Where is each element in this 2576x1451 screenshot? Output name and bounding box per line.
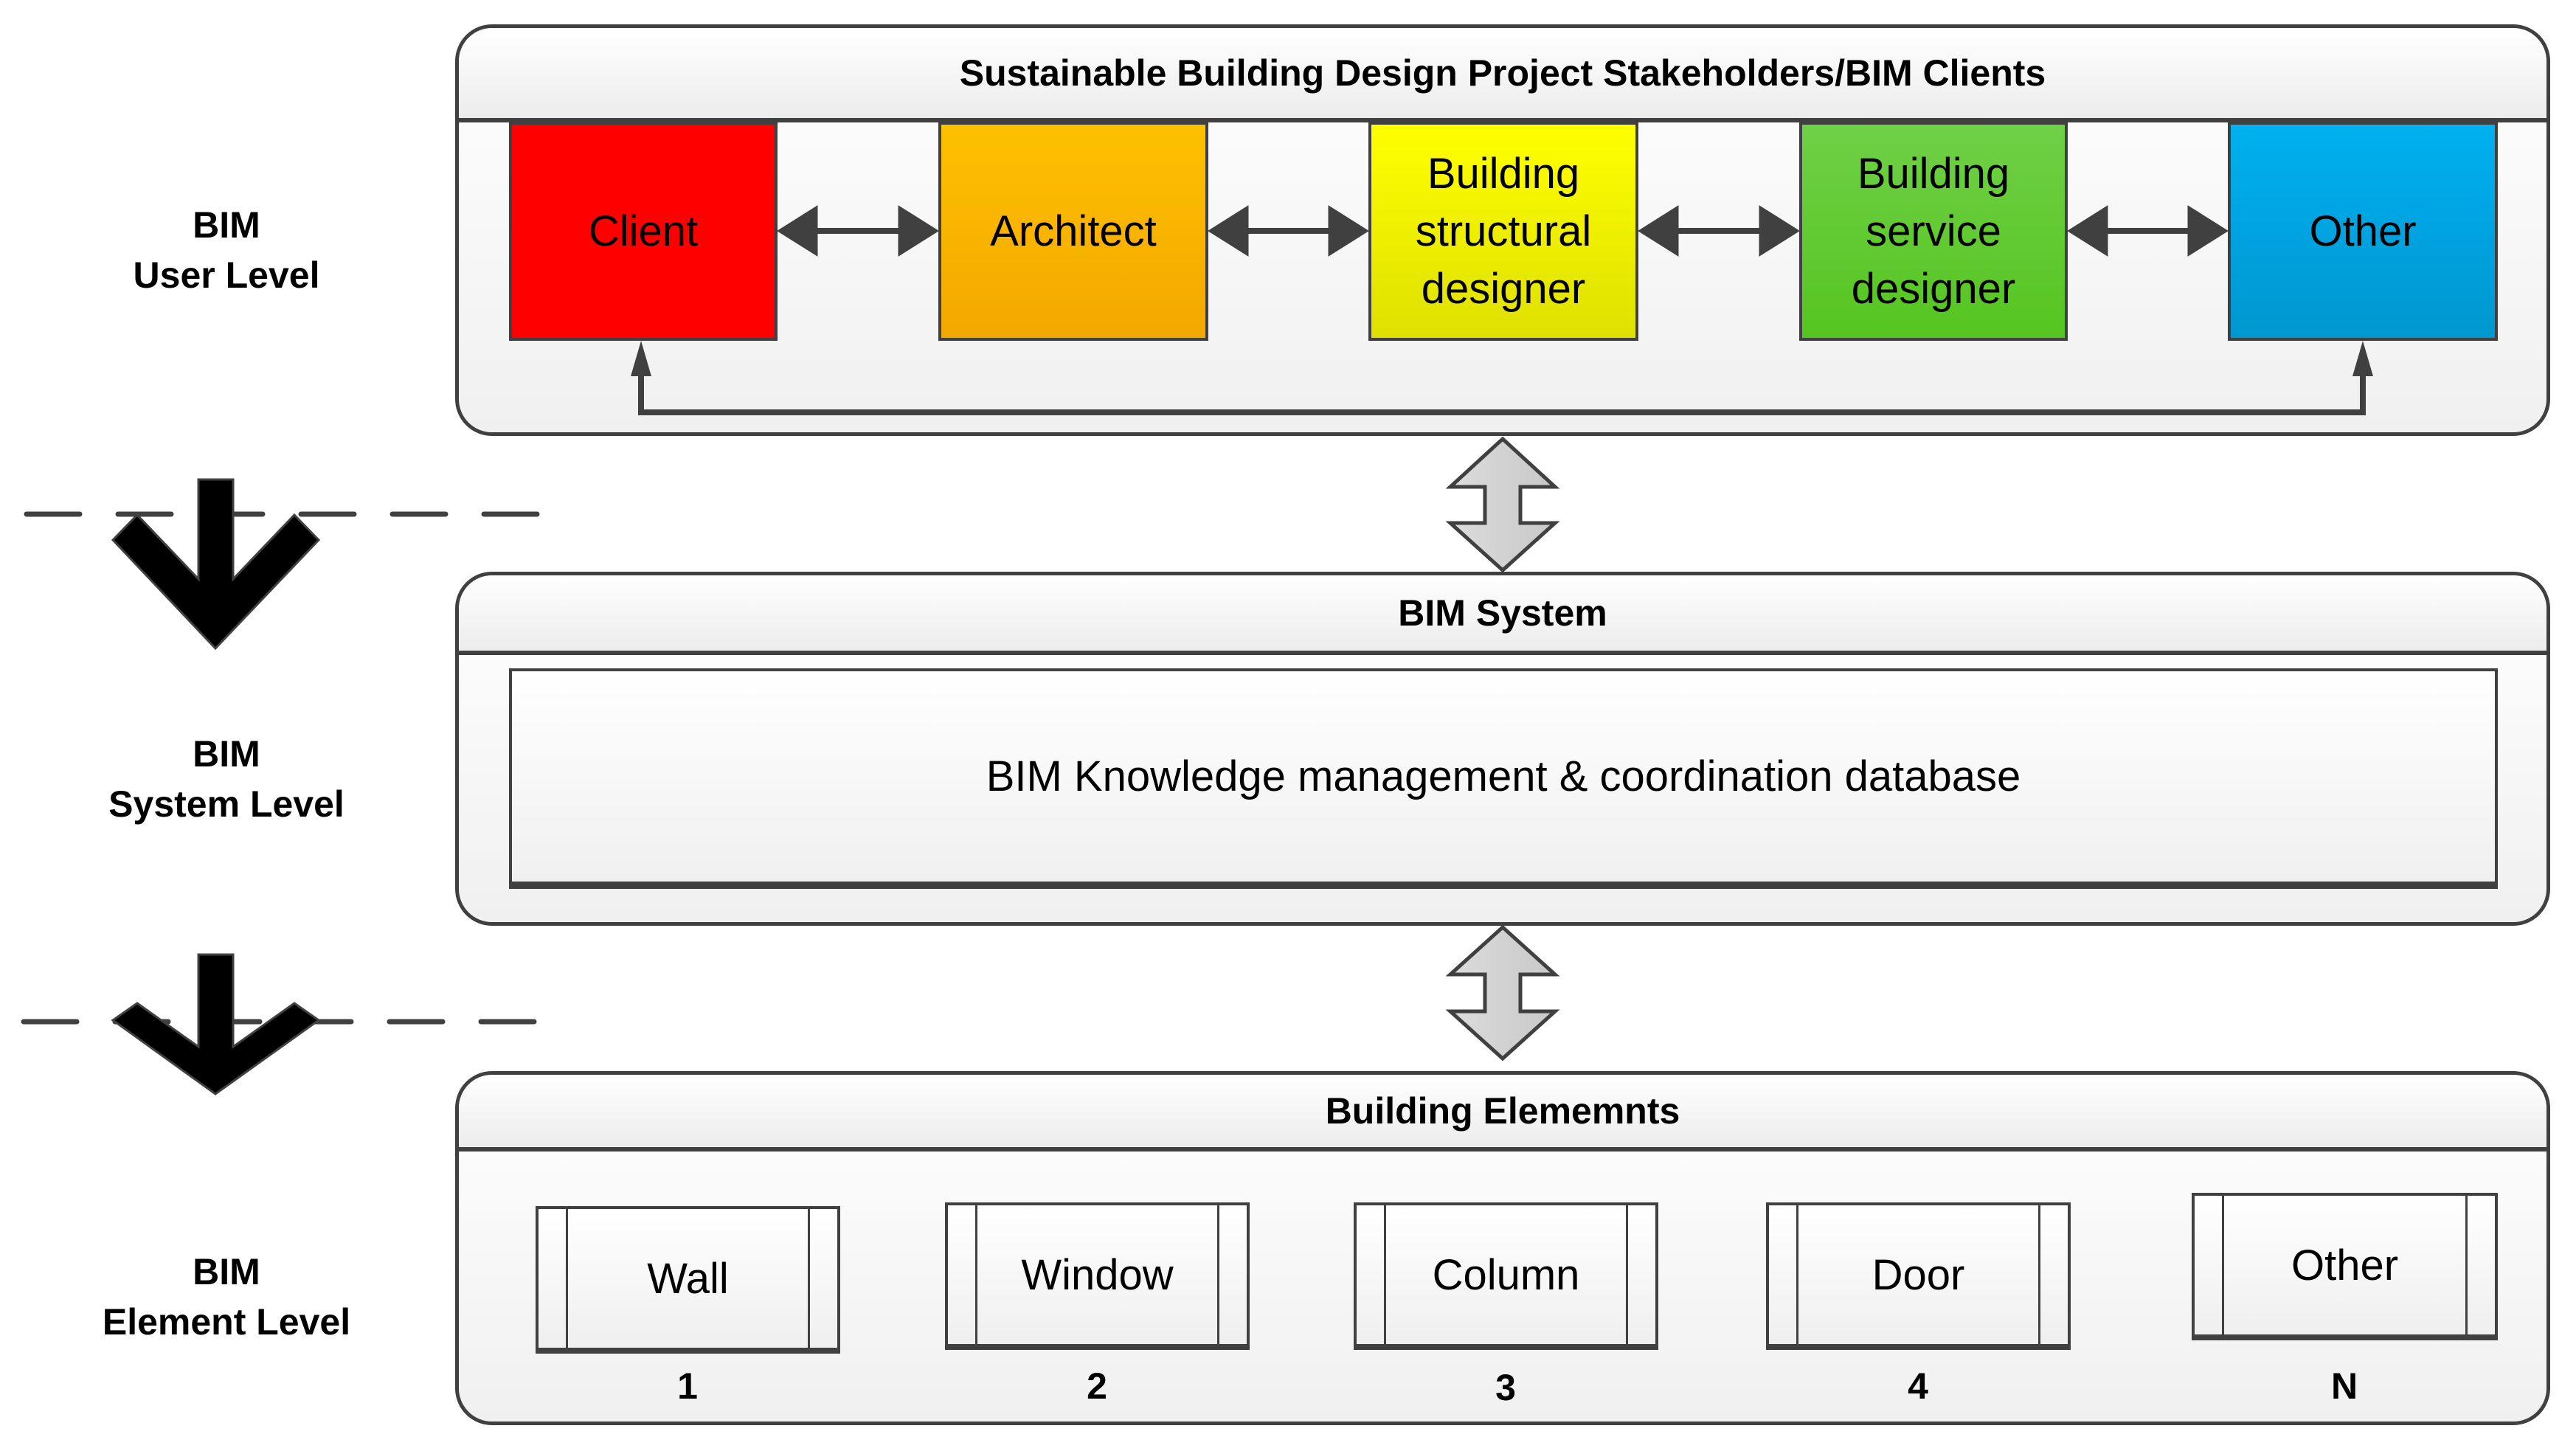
stakeholder-label: Building service designer [1851,149,2016,313]
element-number: 4 [1908,1365,1928,1407]
element-box-side-bar [1217,1205,1247,1344]
element-number: 2 [1087,1365,1107,1407]
stakeholder-box-client: Client [509,122,778,341]
level-label-element: BIM Element Level [35,1247,418,1347]
stakeholder-label: Other [2309,207,2417,255]
knowledge-database-box: BIM Knowledge management & coordination … [509,668,2498,889]
stakeholder-label: Client [588,207,699,255]
element-box-side-bar [1357,1205,1386,1344]
level-down-arrow-icon [111,478,321,651]
level-down-arrow-icon [111,953,321,1095]
element-box-side-bar [1626,1205,1655,1344]
level-label-system: BIM System Level [35,729,418,829]
stakeholder-box-architect: Architect [938,122,1208,341]
stakeholder-box-structural-designer: Building structural designer [1368,122,1638,341]
element-box-door: Door [1766,1202,2071,1350]
stakeholder-label: Building structural designer [1415,149,1592,313]
double-arrow-system-elements-icon [1445,924,1560,1062]
element-box-side-bar [2195,1196,2224,1334]
element-box-side-bar [2038,1205,2068,1344]
bim-system-panel-title: BIM System [459,575,2546,655]
element-box-side-bar [808,1209,837,1348]
element-box-side-bar [1769,1205,1798,1344]
element-box-side-bar [539,1209,568,1348]
element-box-column: Column [1354,1202,1658,1350]
level-label-system-line2: System Level [108,783,344,825]
element-box-side-bar [948,1205,977,1344]
element-label: Column [1432,1250,1580,1299]
element-box-window: Window [945,1202,1250,1350]
level-label-user-line2: User Level [133,254,320,296]
element-box-other: Other [2192,1193,2498,1340]
level-label-user-line1: BIM [193,204,260,246]
element-box-side-bar [2465,1196,2495,1334]
element-number: N [2330,1365,2358,1407]
element-number: 1 [677,1365,698,1407]
element-label: Window [1021,1250,1174,1299]
element-label: Other [2291,1241,2399,1289]
level-label-element-line2: Element Level [102,1301,351,1343]
level-label-system-line1: BIM [193,733,260,775]
building-elements-panel-title: Building Elememnts [459,1075,2546,1152]
stakeholder-label: Architect [990,207,1157,255]
level-label-user: BIM User Level [35,200,418,300]
element-label: Door [1872,1250,1965,1299]
element-box-wall: Wall [536,1206,840,1354]
element-number: 3 [1495,1367,1516,1408]
element-label: Wall [647,1254,729,1303]
knowledge-database-label: BIM Knowledge management & coordination … [986,752,2021,800]
double-arrow-users-system-icon [1445,436,1560,573]
level-label-element-line1: BIM [193,1251,260,1292]
stakeholder-box-service-designer: Building service designer [1799,122,2068,341]
stakeholder-box-other: Other [2228,122,2498,341]
stakeholders-panel-title: Sustainable Building Design Project Stak… [459,28,2546,122]
